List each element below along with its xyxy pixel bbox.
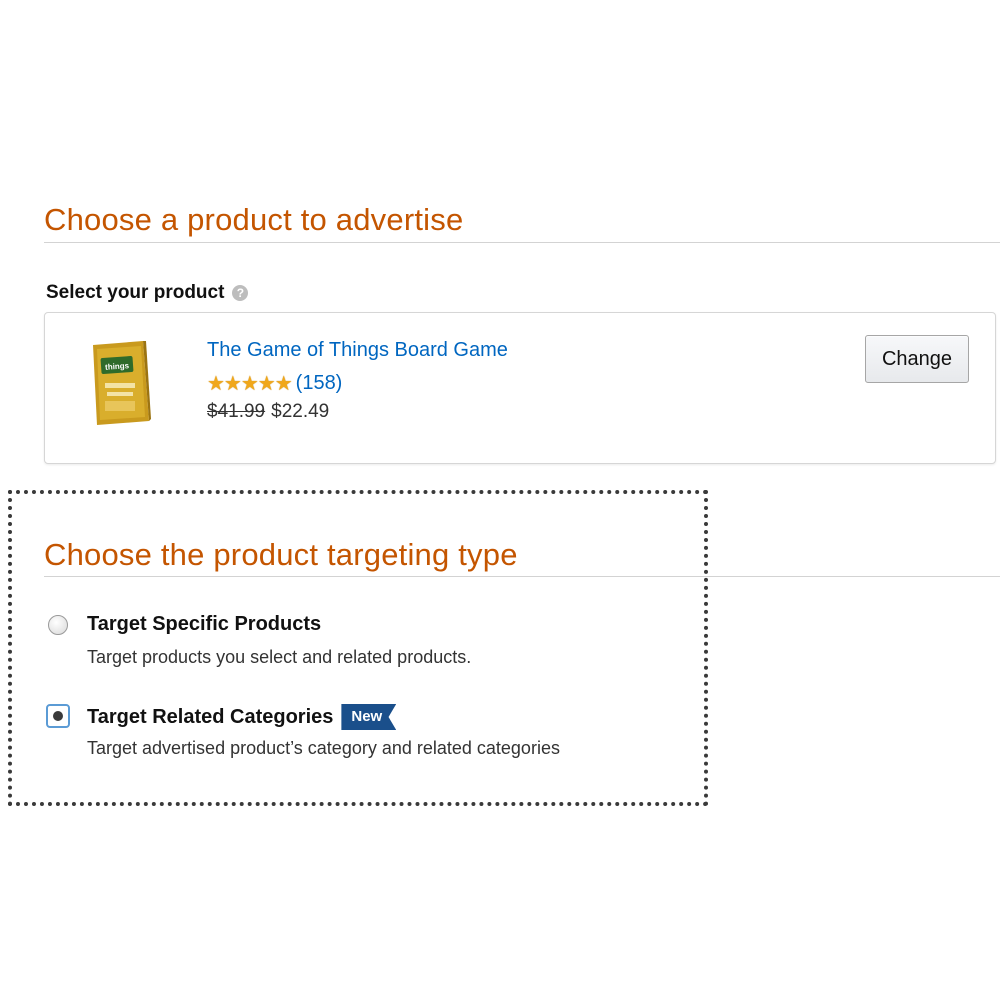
- new-badge: New: [341, 704, 397, 730]
- change-product-button[interactable]: Change: [865, 335, 969, 383]
- radio-button-target-specific-products[interactable]: [48, 615, 68, 635]
- svg-text:things: things: [105, 361, 130, 372]
- product-title-link[interactable]: The Game of Things Board Game: [207, 339, 508, 362]
- option-label-text: Target Specific Products: [87, 613, 322, 635]
- review-count-link[interactable]: (158): [296, 372, 343, 395]
- section-divider: [44, 576, 1000, 577]
- product-thumbnail[interactable]: things: [89, 339, 151, 427]
- page: Choose a product to advertise Select you…: [0, 0, 1000, 1000]
- section-title-targeting: Choose the product targeting type: [44, 537, 518, 572]
- sale-price: $22.49: [271, 401, 330, 422]
- help-icon[interactable]: ?: [232, 285, 249, 301]
- select-product-label: Select your product ?: [46, 282, 249, 304]
- product-card: things The Game of Things Board Game ★★★…: [44, 312, 996, 464]
- section-divider: [44, 242, 1000, 243]
- option-label-text: Target Related Categories: [87, 705, 334, 728]
- option-description: Target advertised product’s category and…: [87, 738, 560, 758]
- price-row: $41.99 $22.49: [207, 401, 329, 423]
- option-description: Target products you select and related p…: [87, 647, 472, 667]
- select-product-label-text: Select your product: [46, 282, 225, 303]
- list-price: $41.99: [207, 401, 266, 422]
- star-rating-icon: ★★★★★: [207, 373, 293, 395]
- option-label: Target Related Categories New: [87, 704, 397, 730]
- radio-button-target-related-categories[interactable]: [46, 704, 70, 728]
- section-title-product: Choose a product to advertise: [44, 202, 464, 237]
- option-label: Target Specific Products: [87, 613, 321, 636]
- rating-row: ★★★★★ (158): [207, 371, 342, 396]
